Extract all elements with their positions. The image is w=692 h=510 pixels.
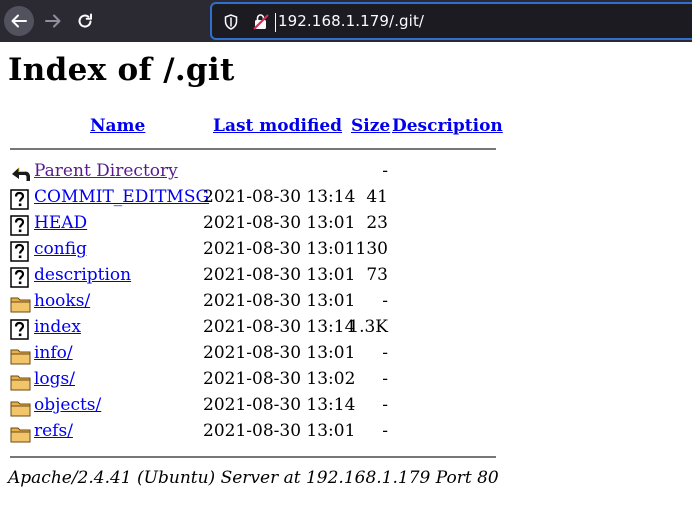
last-modified-value: 2021-08-30 13:02: [203, 369, 356, 389]
table-row: objects/ 2021-08-30 13:14 -: [0, 394, 500, 420]
parent-directory-link[interactable]: Parent Directory: [34, 161, 178, 181]
file-link[interactable]: COMMIT_EDITMSG: [34, 187, 209, 207]
folder-icon: [10, 397, 32, 418]
table-row: HEAD 2021-08-30 13:01 23: [0, 212, 500, 238]
file-link[interactable]: logs/: [34, 369, 75, 389]
file-link[interactable]: config: [34, 239, 87, 259]
column-header-size[interactable]: Size: [351, 116, 390, 136]
file-link[interactable]: refs/: [34, 421, 73, 441]
last-modified-value: 2021-08-30 13:01: [203, 291, 356, 311]
last-modified-value: 2021-08-30 13:01: [203, 265, 356, 285]
url-bar[interactable]: 192.168.1.179/.git/: [210, 2, 692, 40]
column-header-description[interactable]: Description: [392, 116, 503, 136]
unknown-file-icon: [10, 215, 32, 236]
file-link[interactable]: objects/: [34, 395, 101, 415]
last-modified-value: 2021-08-30 13:01: [203, 213, 356, 233]
forward-button[interactable]: [38, 6, 68, 36]
back-button[interactable]: [4, 6, 34, 36]
server-signature: Apache/2.4.41 (Ubuntu) Server at 192.168…: [8, 468, 499, 488]
arrow-left-icon: [11, 14, 27, 28]
size-value: 23: [366, 213, 388, 233]
arrow-right-icon: [45, 14, 61, 28]
size-value: -: [382, 369, 388, 389]
folder-icon: [10, 293, 32, 314]
table-row: description 2021-08-30 13:01 73: [0, 264, 500, 290]
file-link[interactable]: hooks/: [34, 291, 90, 311]
table-row: info/ 2021-08-30 13:01 -: [0, 342, 500, 368]
header-divider: [10, 148, 496, 150]
size-value: -: [382, 343, 388, 363]
footer-divider: [10, 456, 496, 458]
size-value: -: [382, 291, 388, 311]
column-header-name[interactable]: Name: [90, 116, 145, 136]
size-value: 130: [355, 239, 388, 259]
size-value: -: [382, 421, 388, 441]
last-modified-value: 2021-08-30 13:01: [203, 239, 356, 259]
column-header-last-modified[interactable]: Last modified: [213, 116, 342, 136]
tracking-protection-shield-icon[interactable]: [224, 14, 238, 34]
size-value: -: [382, 395, 388, 415]
last-modified-value: 2021-08-30 13:14: [203, 317, 356, 337]
table-row: COMMIT_EDITMSG 2021-08-30 13:14 41: [0, 186, 500, 212]
size-value: -: [382, 161, 388, 181]
unknown-file-icon: [10, 319, 32, 340]
folder-icon: [10, 371, 32, 392]
table-row: index 2021-08-30 13:14 1.3K: [0, 316, 500, 342]
page-title: Index of /.git: [8, 52, 235, 88]
last-modified-value: 2021-08-30 13:01: [203, 343, 356, 363]
folder-icon: [10, 423, 32, 444]
reload-icon: [78, 13, 92, 28]
insecure-connection-icon[interactable]: [252, 13, 270, 35]
text-cursor: [275, 13, 276, 32]
reload-button[interactable]: [70, 6, 100, 36]
table-row: config 2021-08-30 13:01 130: [0, 238, 500, 264]
file-link[interactable]: description: [34, 265, 131, 285]
folder-icon: [10, 345, 32, 366]
table-row: hooks/ 2021-08-30 13:01 -: [0, 290, 500, 316]
size-value: 73: [366, 265, 388, 285]
last-modified-value: 2021-08-30 13:14: [203, 187, 356, 207]
size-value: 1.3K: [348, 317, 388, 337]
last-modified-value: 2021-08-30 13:01: [203, 421, 356, 441]
size-value: 41: [366, 187, 388, 207]
url-text[interactable]: 192.168.1.179/.git/: [278, 12, 424, 30]
table-row: logs/ 2021-08-30 13:02 -: [0, 368, 500, 394]
file-link[interactable]: HEAD: [34, 213, 87, 233]
file-link[interactable]: info/: [34, 343, 73, 363]
browser-toolbar: 192.168.1.179/.git/: [0, 0, 692, 42]
back-icon: [10, 163, 32, 184]
table-row: refs/ 2021-08-30 13:01 -: [0, 420, 500, 446]
last-modified-value: 2021-08-30 13:14: [203, 395, 356, 415]
file-link[interactable]: index: [34, 317, 81, 337]
unknown-file-icon: [10, 241, 32, 262]
unknown-file-icon: [10, 189, 32, 210]
unknown-file-icon: [10, 267, 32, 288]
table-row: Parent Directory -: [0, 160, 500, 186]
